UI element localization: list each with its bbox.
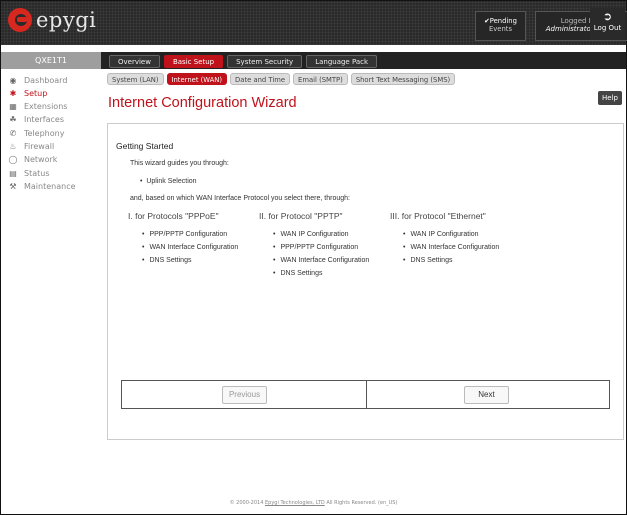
list-item: PPP/PPTP Configuration	[273, 241, 369, 254]
help-button[interactable]: Help	[598, 91, 622, 105]
pptp-heading: II. for Protocol "PPTP"	[259, 211, 343, 221]
sidebar-item-firewall[interactable]: ♨ Firewall	[6, 140, 102, 152]
sidebar: ◉ Dashboard ✱ Setup ▦ Extensions ☘ Interface…	[6, 74, 102, 194]
subtab-internet-wan[interactable]: Internet (WAN)	[166, 73, 228, 85]
logo-text: epygi	[36, 8, 97, 32]
logout-button[interactable]: ➲ Log Out	[590, 8, 625, 40]
next-button[interactable]: Next	[464, 386, 509, 404]
wizard-nav-bar: Previous Next	[121, 380, 610, 409]
sidebar-item-label: Interfaces	[24, 115, 64, 125]
pptp-list: WAN IP Configuration PPP/PPTP Configurat…	[273, 228, 369, 280]
sidebar-item-label: Telephony	[24, 128, 65, 138]
logo: epygi	[8, 5, 96, 35]
sidebar-item-label: Status	[24, 168, 50, 178]
list-item: DNS Settings	[142, 254, 238, 267]
nav-divider	[366, 381, 367, 408]
subtab-system-lan[interactable]: System (LAN)	[107, 73, 164, 85]
pppoe-heading: I. for Protocols "PPPoE"	[128, 211, 219, 221]
sub-tabs: System (LAN) Internet (WAN) Date and Tim…	[107, 73, 456, 85]
phone-icon: ▦	[9, 102, 17, 112]
subtab-email-smtp[interactable]: Email (SMTP)	[293, 73, 348, 85]
footer-rights: All Rights Reserved. (en_US)	[324, 500, 398, 506]
sidebar-item-label: Extensions	[24, 102, 68, 112]
list-item: WAN IP Configuration	[273, 228, 369, 241]
tab-overview[interactable]: Overview	[109, 55, 160, 68]
ethernet-heading: III. for Protocol "Ethernet"	[390, 211, 486, 221]
epygi-logo-icon	[8, 8, 32, 32]
footer-copyright: © 2000-2014	[229, 500, 265, 506]
based-on-text: and, based on which WAN Interface Protoc…	[130, 195, 350, 202]
list-item: PPP/PPTP Configuration	[142, 228, 238, 241]
pending-events-button[interactable]: ✔Pending Events	[475, 11, 526, 41]
tab-system-security[interactable]: System Security	[227, 55, 303, 68]
sidebar-item-dashboard[interactable]: ◉ Dashboard	[6, 74, 102, 86]
list-item: WAN IP Configuration	[403, 228, 499, 241]
list-item: DNS Settings	[403, 254, 499, 267]
sidebar-item-status[interactable]: ▤ Status	[6, 167, 102, 179]
dashboard-icon: ◉	[9, 75, 17, 85]
sidebar-item-network[interactable]: ◯ Network	[6, 154, 102, 166]
uplink-label: Uplink Selection	[146, 178, 197, 185]
footer-company-link[interactable]: Epygi Technologies, LTD	[265, 500, 325, 506]
subtab-date-time[interactable]: Date and Time	[230, 73, 291, 85]
sidebar-item-interfaces[interactable]: ☘ Interfaces	[6, 114, 102, 126]
pppoe-list: PPP/PPTP Configuration WAN Interface Con…	[142, 228, 238, 267]
sidebar-item-label: Network	[24, 155, 58, 165]
gear-icon: ✱	[9, 88, 17, 98]
sidebar-item-label: Maintenance	[24, 181, 76, 191]
sidebar-item-maintenance[interactable]: ⚒ Maintenance	[6, 180, 102, 192]
sidebar-item-extensions[interactable]: ▦ Extensions	[6, 101, 102, 113]
tab-language-pack[interactable]: Language Pack	[306, 55, 378, 68]
logout-icon: ➲	[602, 10, 613, 23]
list-item: DNS Settings	[273, 267, 369, 280]
logout-label: Log Out	[593, 24, 622, 32]
sidebar-item-label: Setup	[24, 88, 48, 98]
ethernet-list: WAN IP Configuration WAN Interface Confi…	[403, 228, 499, 267]
pending-label: ✔Pending	[484, 17, 517, 25]
events-label: Events	[488, 25, 512, 33]
page-title: Internet Configuration Wizard	[108, 95, 297, 111]
intro-text: This wizard guides you through:	[130, 160, 229, 167]
globe-icon: ◯	[8, 155, 18, 165]
previous-button[interactable]: Previous	[222, 386, 267, 404]
main-tabs: Overview Basic Setup System Security Lan…	[109, 55, 378, 68]
uplink-item: • Uplink Selection	[140, 178, 197, 185]
list-item: WAN Interface Configuration	[273, 254, 369, 267]
handset-icon: ✆	[9, 128, 17, 138]
tab-basic-setup[interactable]: Basic Setup	[163, 55, 224, 68]
sidebar-item-setup[interactable]: ✱ Setup	[6, 87, 102, 99]
subtab-sms[interactable]: Short Text Messaging (SMS)	[350, 73, 456, 85]
list-item: WAN Interface Configuration	[403, 241, 499, 254]
getting-started-heading: Getting Started	[116, 141, 174, 151]
sidebar-item-label: Dashboard	[24, 75, 68, 85]
sidebar-item-telephony[interactable]: ✆ Telephony	[6, 127, 102, 139]
flame-icon: ♨	[9, 141, 17, 151]
wrench-icon: ⚒	[9, 181, 17, 191]
device-name: QXE1T1	[1, 52, 101, 69]
footer: © 2000-2014 Epygi Technologies, LTD All …	[0, 500, 627, 506]
sidebar-item-label: Firewall	[24, 141, 55, 151]
bar-chart-icon: ▤	[9, 168, 17, 178]
interfaces-icon: ☘	[9, 115, 17, 125]
list-item: WAN Interface Configuration	[142, 241, 238, 254]
